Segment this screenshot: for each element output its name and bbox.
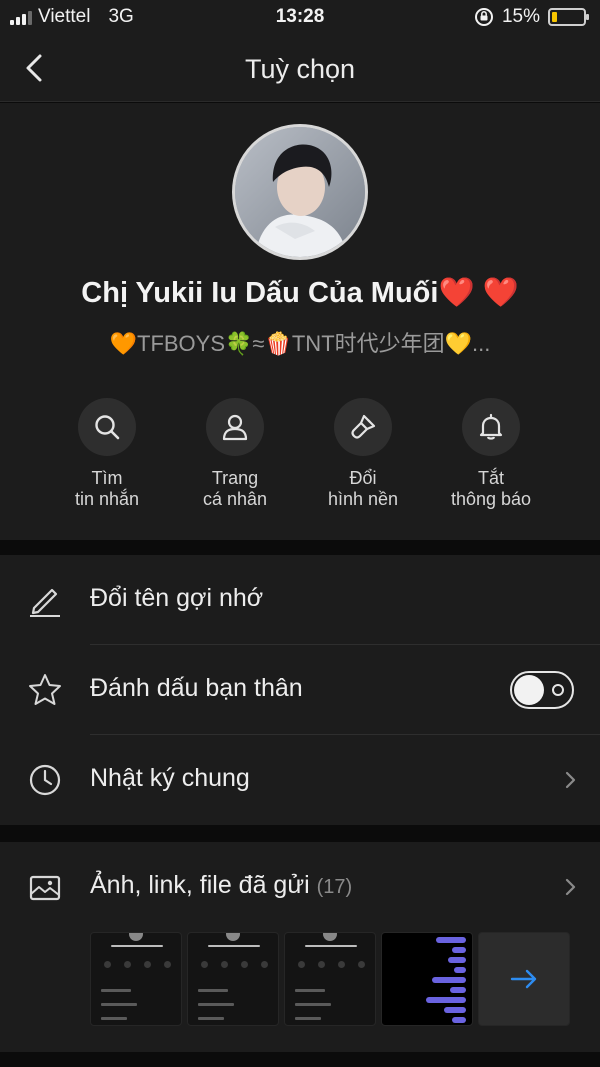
- status-bar: Viettel 3G 13:28 15%: [0, 0, 600, 34]
- search-messages-label: Tìm tin nhắn: [74, 468, 140, 509]
- person-icon: [222, 414, 248, 441]
- media-thumbnail[interactable]: [284, 932, 376, 1026]
- shared-media-row[interactable]: Ảnh, link, file đã gửi (17): [0, 842, 600, 932]
- contact-name: Chị Yukii Iu Dấu Của Muối❤️ ❤️: [81, 277, 519, 309]
- page-title: Tuỳ chọn: [244, 54, 356, 84]
- best-friend-label: Đánh dấu bạn thân: [90, 674, 303, 702]
- toggle-off-indicator: [552, 684, 564, 696]
- chevron-right-icon: [565, 878, 576, 896]
- shared-media-section: Ảnh, link, file đã gửi (17): [0, 842, 600, 1052]
- rename-row[interactable]: Đổi tên gợi nhớ: [0, 555, 600, 645]
- gallery-icon: [29, 875, 61, 901]
- search-icon: [95, 415, 120, 440]
- media-thumbnail[interactable]: [90, 932, 182, 1026]
- arrow-right-icon: [510, 969, 537, 989]
- navigation-bar: Tuỳ chọn: [0, 34, 600, 102]
- bell-icon: [479, 413, 503, 440]
- shared-diary-label: Nhật ký chung: [90, 764, 250, 792]
- rename-label: Đổi tên gợi nhớ: [90, 584, 264, 612]
- view-all-media-button[interactable]: [478, 932, 570, 1026]
- profile-header: Chị Yukii Iu Dấu Của Muối❤️ ❤️ 🧡TFBOYS🍀≈…: [0, 103, 600, 540]
- best-friend-toggle[interactable]: [510, 671, 574, 709]
- contact-bio: 🧡TFBOYS🍀≈🍿TNT时代少年团💛...: [109, 331, 491, 356]
- avatar[interactable]: [232, 124, 368, 260]
- clock-icon: [29, 764, 61, 796]
- orientation-lock-icon: [474, 8, 493, 26]
- star-icon: [29, 674, 61, 705]
- shared-diary-row[interactable]: Nhật ký chung: [0, 735, 600, 825]
- toggle-knob: [514, 675, 544, 705]
- battery-percent: 15%: [501, 6, 540, 27]
- media-thumbnail[interactable]: [381, 932, 473, 1026]
- avatar-photo: [235, 127, 365, 257]
- pencil-icon: [30, 588, 60, 617]
- paintbrush-icon: [351, 414, 376, 439]
- view-profile-button[interactable]: Trang cá nhân: [171, 398, 299, 510]
- settings-section: Đổi tên gợi nhớ Đánh dấu bạn thân Nhật k…: [0, 555, 600, 825]
- shared-media-label: Ảnh, link, file đã gửi (17): [90, 871, 352, 900]
- search-messages-button[interactable]: Tìm tin nhắn: [43, 398, 171, 510]
- change-wallpaper-button[interactable]: Đổi hình nền: [299, 398, 427, 510]
- media-thumbnail[interactable]: [187, 932, 279, 1026]
- mute-notifications-label: Tắt thông báo: [450, 468, 532, 509]
- view-profile-label: Trang cá nhân: [202, 468, 268, 509]
- change-wallpaper-label: Đổi hình nền: [327, 468, 399, 509]
- shared-media-title: Ảnh, link, file đã gửi: [90, 871, 310, 899]
- battery-icon: [548, 8, 589, 26]
- best-friend-row: Đánh dấu bạn thân: [0, 645, 600, 735]
- mute-notifications-button[interactable]: Tắt thông báo: [427, 398, 555, 510]
- chevron-right-icon: [565, 771, 576, 789]
- media-thumbnails: [90, 932, 570, 1026]
- shared-media-count: (17): [316, 876, 353, 898]
